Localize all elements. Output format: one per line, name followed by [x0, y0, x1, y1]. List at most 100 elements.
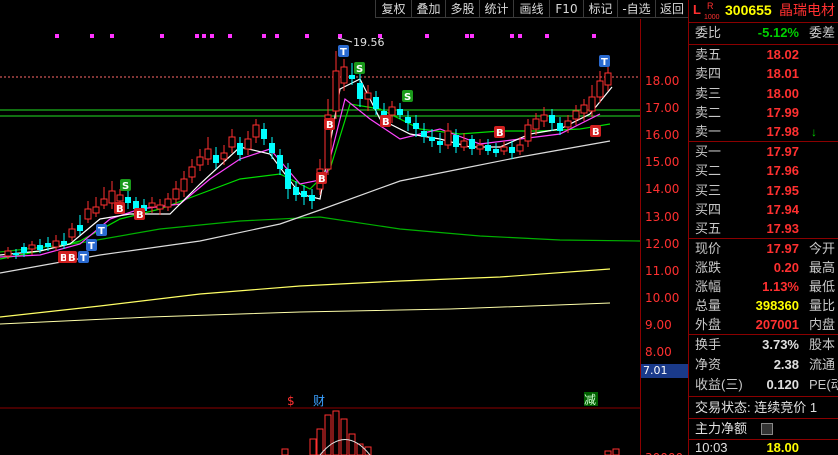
candle-up: [332, 70, 340, 112]
y-tick-18: 18.00: [645, 74, 680, 88]
volume-bar: [604, 450, 612, 455]
candle-up: [444, 130, 452, 146]
candle-up: [596, 80, 604, 98]
ask-level-5: 卖五 18.02: [689, 45, 838, 65]
signal-dot: [338, 34, 342, 38]
quote-0-label2: 今开: [809, 241, 836, 256]
fund-2: 收益(三) 0.120 PE(动: [689, 375, 838, 395]
quote-1-value: 0.20: [773, 260, 799, 275]
candle-down: [357, 83, 363, 99]
volume-bar: [316, 428, 324, 455]
y-tick-12: 12.00: [645, 237, 680, 251]
stock-header[interactable]: L R 1000 300655 晶瑞电材: [689, 0, 838, 22]
stock-name: 晶瑞电材: [779, 2, 835, 18]
main-flow-row[interactable]: 主力净额: [689, 419, 838, 439]
candle-down: [21, 247, 27, 253]
toolbar-button-back[interactable]: 返回: [655, 0, 688, 18]
t-marker: T: [340, 47, 347, 58]
toolbar-button-watchlist[interactable]: -自选: [617, 0, 655, 18]
candle-down: [349, 75, 355, 79]
signal-dot: [518, 34, 522, 38]
candle-down: [269, 143, 275, 153]
bid-level-2-value: 17.96: [766, 163, 799, 179]
t-marker: T: [98, 226, 105, 237]
candle-up: [172, 188, 180, 200]
candle-down: [45, 243, 51, 247]
volume-bar: [612, 448, 620, 455]
ma-value-tag: 7.01: [641, 364, 689, 378]
ma60-line: [0, 140, 611, 274]
y-tick-15: 15.00: [645, 155, 680, 169]
toolbar-button-overlay[interactable]: 叠加: [411, 0, 445, 18]
candle-down: [77, 225, 83, 231]
down-arrow-icon: ↓: [811, 125, 817, 140]
ma10-line: [0, 97, 601, 258]
ma5-line: [0, 78, 613, 256]
buy-marker: B: [496, 128, 504, 139]
candle-up: [532, 118, 540, 130]
signal-dot: [202, 34, 206, 38]
quote-4-value: 207001: [755, 317, 799, 332]
ma200-line: [0, 302, 611, 325]
weibi-label: 委比: [695, 25, 722, 40]
signal-dot: [275, 34, 279, 38]
bid-level-3-value: 17.95: [766, 182, 799, 198]
event-label-dividend[interactable]: $: [287, 394, 295, 408]
candle-up: [84, 208, 92, 220]
fund-0-label2: 股本: [809, 337, 836, 352]
candle-down: [413, 123, 419, 129]
bid-level-4-value: 17.94: [766, 201, 799, 217]
main-flow-toggle-icon[interactable]: [761, 423, 773, 435]
ask-level-1: 卖一 17.98 ↓: [689, 122, 838, 142]
sell-marker: S: [404, 92, 411, 103]
quote-panel: L R 1000 300655 晶瑞电材 委比 -5.12% 委差 卖五 18.0…: [688, 0, 838, 455]
bid-level-2-label: 买二: [695, 163, 722, 179]
fund-0: 换手 3.73% 股本: [689, 335, 838, 355]
candle-up: [148, 202, 156, 208]
sell-marker: S: [356, 64, 363, 75]
candle-up: [476, 144, 484, 150]
toolbar-button-statistics[interactable]: 统计: [479, 0, 513, 18]
t-marker: T: [601, 57, 608, 68]
stock-prefix-l: L: [693, 2, 701, 17]
toolbar-button-mark[interactable]: 标记: [583, 0, 617, 18]
candle-up: [68, 228, 76, 238]
buy-marker: B: [68, 253, 76, 264]
candle-down: [133, 201, 139, 209]
candle-up: [108, 190, 116, 204]
candle-up: [4, 250, 12, 257]
event-label-finance[interactable]: 财: [313, 394, 325, 408]
event-label-reduce[interactable]: 减: [584, 393, 596, 407]
ask-level-2-value: 17.99: [766, 104, 799, 120]
fund-2-value: 0.120: [766, 377, 799, 392]
toolbar-button-multi-stock[interactable]: 多股: [445, 0, 479, 18]
quote-3-label2: 量比: [809, 298, 836, 313]
candle-down: [13, 253, 19, 255]
candlestick-chart[interactable]: B BBBBB BB BSSSTTTTT 19.56 $ 财 减: [0, 19, 640, 455]
toolbar-button-draw-line[interactable]: 画线: [513, 0, 549, 18]
fund-1-label: 净资: [695, 357, 722, 372]
candle-up: [500, 146, 508, 152]
candle-down: [61, 241, 67, 245]
candle-down: [493, 149, 499, 153]
signal-dot: [425, 34, 429, 38]
toolbar-button-fuquan[interactable]: 复权: [375, 0, 411, 18]
buy-marker: B: [116, 204, 124, 215]
fund-1-value: 2.38: [773, 357, 799, 372]
bid-level-3: 买三 17.95: [689, 181, 838, 201]
quote-4-label2: 内盘: [809, 317, 836, 332]
quote-0-value: 17.97: [766, 241, 799, 256]
candle-up: [388, 106, 396, 116]
ask-level-3: 卖三 18.00: [689, 84, 838, 104]
buy-marker: B: [136, 210, 144, 221]
quote-1-label2: 最高: [809, 260, 836, 275]
high-price-label: 19.56: [353, 36, 385, 49]
candle-down: [549, 115, 555, 123]
candle-down: [453, 135, 459, 147]
candle-down: [437, 141, 443, 145]
toolbar-button-f10[interactable]: F10: [549, 0, 583, 18]
candle-up: [364, 92, 372, 100]
bid-level-1-value: 17.97: [766, 144, 799, 159]
ma120-line: [0, 268, 611, 318]
volume-bar: [281, 448, 289, 455]
